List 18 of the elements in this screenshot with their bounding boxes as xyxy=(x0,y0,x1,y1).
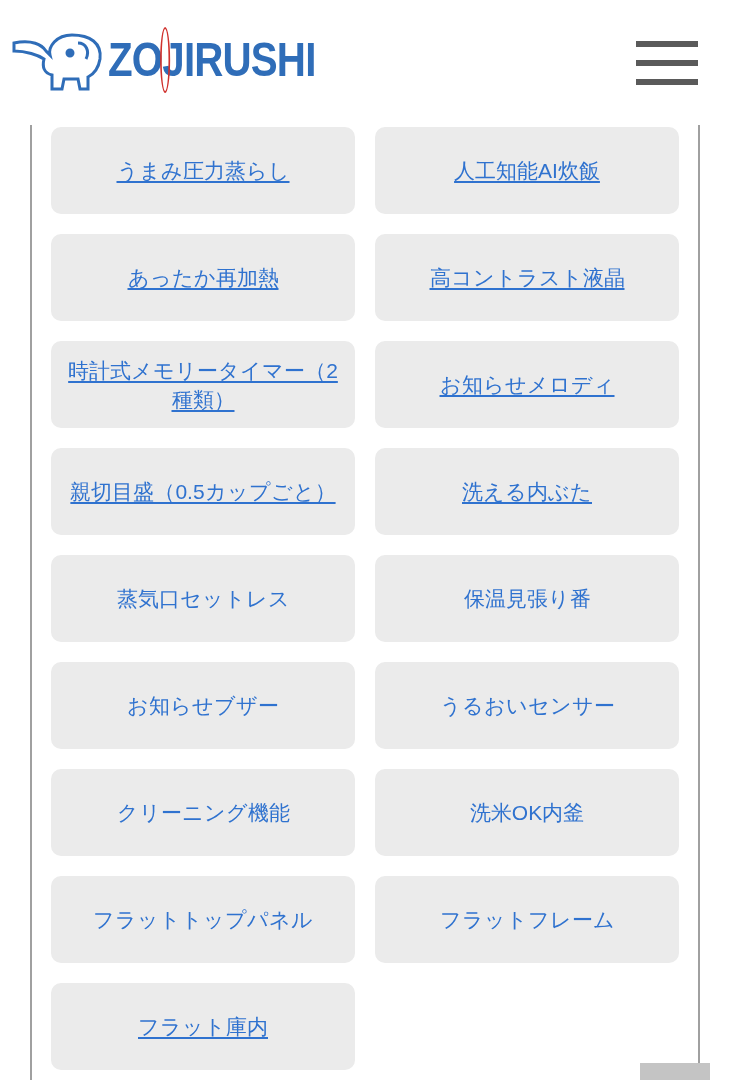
feature-link[interactable]: 高コントラスト液晶 xyxy=(429,263,625,292)
feature-label: 保温見張り番 xyxy=(463,586,591,612)
feature-link[interactable]: 洗える内ぶた xyxy=(462,477,592,506)
feature-link[interactable]: 人工知能AI炊飯 xyxy=(454,156,600,185)
feature-label: クリーニング機能 xyxy=(116,800,290,826)
feature-link[interactable]: うまみ圧力蒸らし xyxy=(116,156,290,185)
menu-button[interactable] xyxy=(636,40,698,85)
feature-link[interactable]: あったか再加熱 xyxy=(127,263,279,292)
feature-link[interactable]: フラット庫内 xyxy=(138,1012,268,1041)
feature-label: 蒸気口セットレス xyxy=(116,586,290,612)
feature-label: 洗米OK内釜 xyxy=(469,800,585,826)
feature-label: お知らせブザー xyxy=(127,693,279,719)
feature-label: フラットフレーム xyxy=(439,907,615,933)
feature-link[interactable]: 時計式メモリータイマー（2種類） xyxy=(59,355,347,414)
feature-label: フラットトップパネル xyxy=(93,907,313,933)
feature-link[interactable]: お知らせメロディ xyxy=(439,370,615,399)
feature-label: うるおいセンサー xyxy=(439,693,615,719)
feature-link[interactable]: 親切目盛（0.5カップごと） xyxy=(70,477,336,506)
